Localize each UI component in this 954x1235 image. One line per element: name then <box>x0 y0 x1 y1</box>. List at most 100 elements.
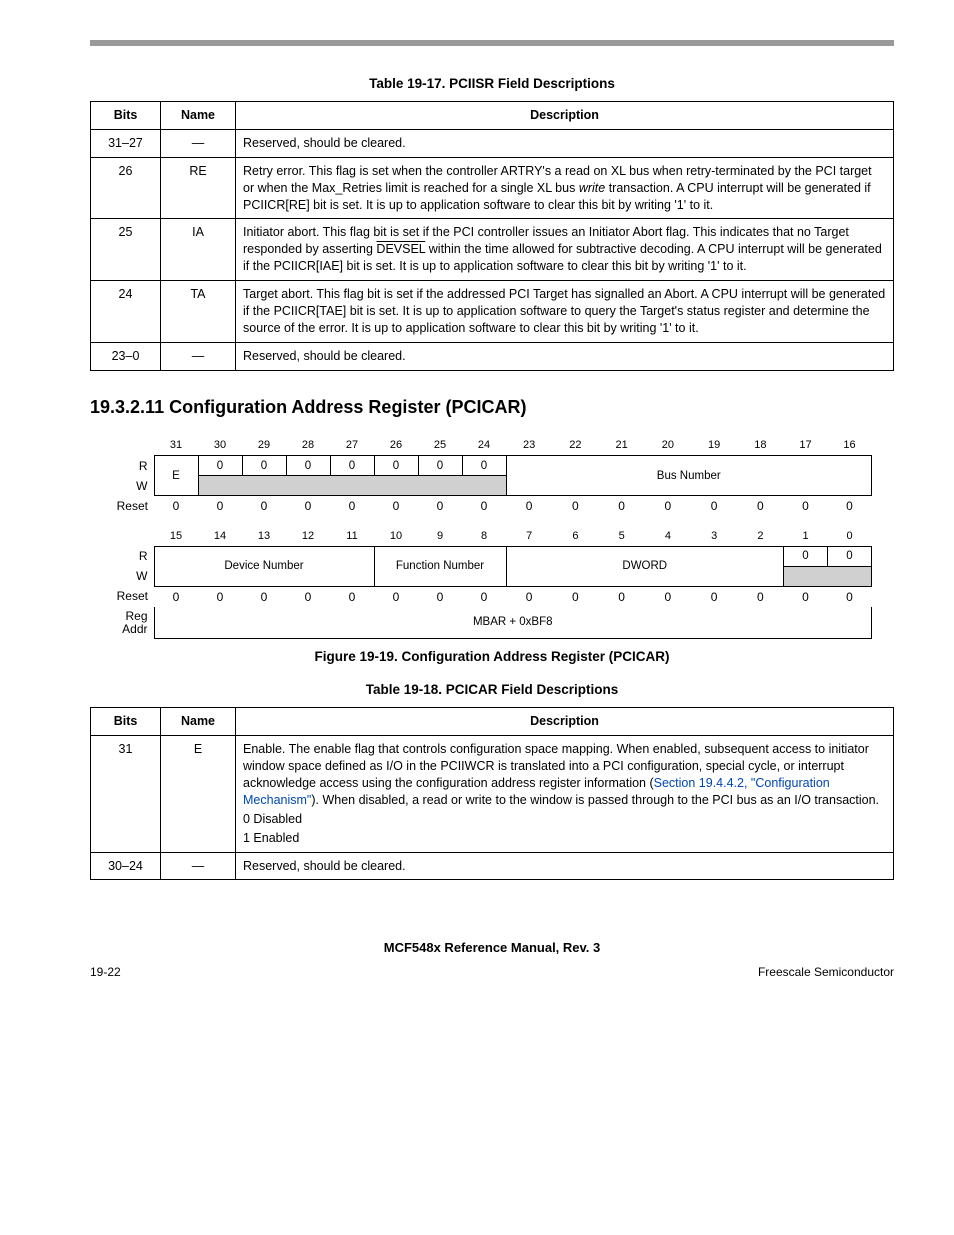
reset-val: 0 <box>552 496 598 517</box>
bitnum: 27 <box>330 436 374 456</box>
table17-caption: Table 19-17. PCIISR Field Descriptions <box>90 76 894 91</box>
reset-val: 0 <box>599 496 645 517</box>
reset-val: 0 <box>154 496 198 517</box>
cell-bits: 24 <box>91 281 161 343</box>
section-title: Configuration Address Register (PCICAR) <box>169 397 526 417</box>
reset-val: 0 <box>737 586 783 607</box>
field-zero: 0 <box>242 456 286 476</box>
bitnum: 31 <box>154 436 198 456</box>
cell-bits: 31 <box>91 736 161 852</box>
bitnum: 8 <box>462 526 506 546</box>
row-label-w: W <box>112 476 154 496</box>
bitnum: 5 <box>599 526 645 546</box>
row-label-reset: Reset <box>112 586 154 607</box>
regaddr-row: Reg Addr MBAR + 0xBF8 <box>112 607 872 639</box>
bitnum: 21 <box>599 436 645 456</box>
table-row: 31–27 — Reserved, should be cleared. <box>91 129 894 157</box>
row-label-r: R <box>112 546 154 566</box>
reset-val: 0 <box>784 496 828 517</box>
bitnum: 16 <box>828 436 872 456</box>
field-zero: 0 <box>374 456 418 476</box>
reset-row-lo: Reset 0 0 0 0 0 0 0 0 0 0 0 0 0 0 0 0 <box>112 586 872 607</box>
bitnum-row-hi: 31 30 29 28 27 26 25 24 23 22 21 20 19 1… <box>112 436 872 456</box>
cell-desc: Retry error. This flag is set when the c… <box>236 157 894 219</box>
col-desc: Description <box>236 708 894 736</box>
field-zero: 0 <box>330 456 374 476</box>
enum-option: 0 Disabled <box>243 811 886 828</box>
table-row: 24 TA Target abort. This flag bit is set… <box>91 281 894 343</box>
bitnum: 20 <box>645 436 691 456</box>
reset-val: 0 <box>462 496 506 517</box>
table-row: 23–0 — Reserved, should be cleared. <box>91 342 894 370</box>
bitnum-row-lo: 15 14 13 12 11 10 9 8 7 6 5 4 3 2 1 0 <box>112 526 872 546</box>
table18: Bits Name Description 31 E Enable. The e… <box>90 707 894 880</box>
figure-caption: Figure 19-19. Configuration Address Regi… <box>90 649 894 664</box>
reset-val: 0 <box>374 586 418 607</box>
bitnum: 9 <box>418 526 462 546</box>
table-row: 30–24 — Reserved, should be cleared. <box>91 852 894 880</box>
regaddr-value: MBAR + 0xBF8 <box>154 607 872 639</box>
reset-val: 0 <box>506 496 552 517</box>
bitnum: 14 <box>198 526 242 546</box>
cell-desc: Reserved, should be cleared. <box>236 342 894 370</box>
bitnum: 25 <box>418 436 462 456</box>
cell-bits: 31–27 <box>91 129 161 157</box>
row-label-w: W <box>112 566 154 586</box>
cell-name: TA <box>161 281 236 343</box>
reset-val: 0 <box>828 586 872 607</box>
col-name: Name <box>161 102 236 130</box>
reset-val: 0 <box>286 496 330 517</box>
bitnum: 19 <box>691 436 737 456</box>
reset-val: 0 <box>154 586 198 607</box>
row-label-regaddr: Reg Addr <box>112 607 154 639</box>
w-shaded <box>784 566 872 586</box>
bitnum: 28 <box>286 436 330 456</box>
bitnum: 6 <box>552 526 598 546</box>
cell-name: — <box>161 129 236 157</box>
field-zero: 0 <box>418 456 462 476</box>
reset-val: 0 <box>462 586 506 607</box>
reset-val: 0 <box>506 586 552 607</box>
page-number: 19-22 <box>90 965 121 979</box>
bitnum: 22 <box>552 436 598 456</box>
field-busnumber: Bus Number <box>506 456 872 496</box>
cell-bits: 23–0 <box>91 342 161 370</box>
r-row-hi: R E 0 0 0 0 0 0 0 Bus Number <box>112 456 872 476</box>
cell-desc: Reserved, should be cleared. <box>236 129 894 157</box>
field-e: E <box>154 456 198 496</box>
reset-val: 0 <box>418 496 462 517</box>
w-shaded <box>198 476 506 496</box>
bitnum: 0 <box>828 526 872 546</box>
reset-val: 0 <box>645 496 691 517</box>
table-header-row: Bits Name Description <box>91 708 894 736</box>
cell-desc: Reserved, should be cleared. <box>236 852 894 880</box>
r-row-lo: R Device Number Function Number DWORD 0 … <box>112 546 872 566</box>
table-row: 25 IA Initiator abort. This flag bit is … <box>91 219 894 281</box>
bitnum: 11 <box>330 526 374 546</box>
reset-val: 0 <box>691 586 737 607</box>
row-label-reset: Reset <box>112 496 154 517</box>
bitnum: 12 <box>286 526 330 546</box>
bitnum: 17 <box>784 436 828 456</box>
bitnum: 23 <box>506 436 552 456</box>
field-zero: 0 <box>286 456 330 476</box>
reset-val: 0 <box>286 586 330 607</box>
section-number: 19.3.2.11 <box>90 397 164 417</box>
header-rule <box>90 40 894 46</box>
table-row: 26 RE Retry error. This flag is set when… <box>91 157 894 219</box>
row-label-r: R <box>112 456 154 476</box>
cell-name: E <box>161 736 236 852</box>
reset-val: 0 <box>418 586 462 607</box>
reset-val: 0 <box>645 586 691 607</box>
field-functionnumber: Function Number <box>374 546 506 586</box>
bitnum: 7 <box>506 526 552 546</box>
bitnum: 15 <box>154 526 198 546</box>
table-row: 31 E Enable. The enable flag that contro… <box>91 736 894 852</box>
footer-row: 19-22 Freescale Semiconductor <box>90 965 894 979</box>
text-italic: write <box>579 181 605 195</box>
cell-desc: Initiator abort. This flag bit is set if… <box>236 219 894 281</box>
reset-val: 0 <box>828 496 872 517</box>
reset-val: 0 <box>784 586 828 607</box>
bitnum: 10 <box>374 526 418 546</box>
cell-name: RE <box>161 157 236 219</box>
